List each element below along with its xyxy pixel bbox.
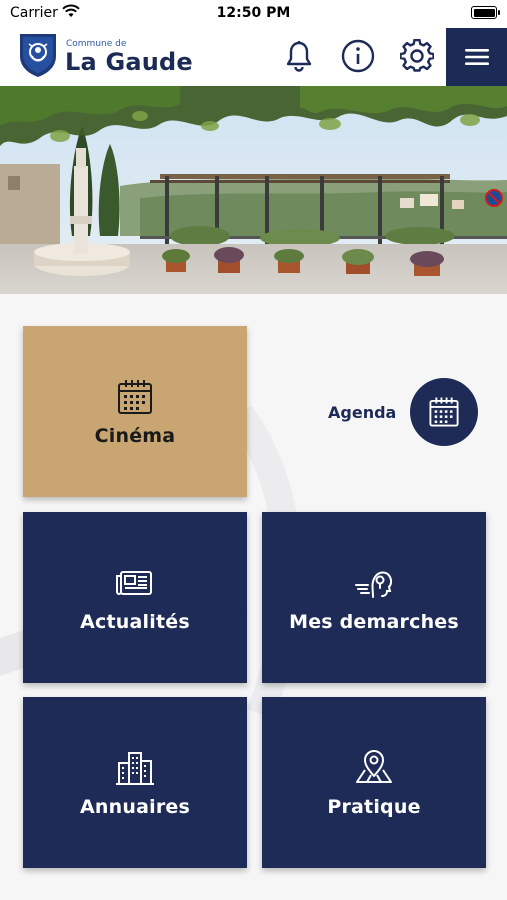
logo[interactable]: Commune de La Gaude bbox=[18, 32, 193, 78]
person-headset-icon bbox=[355, 571, 393, 598]
newspaper-icon bbox=[116, 570, 152, 595]
tile-label: Pratique bbox=[327, 795, 421, 818]
hamburger-menu-icon bbox=[464, 49, 489, 65]
bell-icon bbox=[286, 41, 312, 72]
calendar-icon bbox=[118, 379, 152, 414]
battery-icon bbox=[471, 6, 500, 19]
coat-of-arms-icon bbox=[20, 34, 56, 77]
tile-annuaires[interactable]: Annuaires bbox=[23, 697, 247, 868]
gear-icon bbox=[400, 39, 434, 72]
tile-mes-demarches[interactable]: Mes demarches bbox=[262, 512, 486, 683]
logo-title: La Gaude bbox=[65, 48, 193, 76]
main-menu-area: Cinéma Agenda Actualités Mes demarches A… bbox=[0, 294, 507, 900]
hero-image bbox=[0, 86, 507, 294]
app-header: Commune de La Gaude bbox=[0, 28, 507, 86]
tile-label: Cinéma bbox=[94, 424, 176, 447]
clock: 12:50 PM bbox=[216, 5, 291, 21]
buildings-icon bbox=[116, 751, 154, 785]
tile-cinema[interactable]: Cinéma bbox=[23, 326, 247, 497]
notifications-button[interactable] bbox=[279, 36, 319, 76]
map-pin-icon bbox=[356, 749, 392, 783]
agenda-button[interactable]: Agenda bbox=[328, 378, 479, 446]
status-bar: Carrier 12:50 PM bbox=[0, 0, 507, 28]
tile-label: Annuaires bbox=[80, 795, 190, 818]
village-photo bbox=[0, 86, 507, 294]
tile-actualites[interactable]: Actualités bbox=[23, 512, 247, 683]
settings-button[interactable] bbox=[397, 36, 437, 76]
tile-pratique[interactable]: Pratique bbox=[262, 697, 486, 868]
tile-label: Mes demarches bbox=[289, 610, 459, 633]
info-button[interactable] bbox=[338, 36, 378, 76]
menu-button[interactable] bbox=[446, 28, 507, 86]
agenda-label: Agenda bbox=[328, 402, 397, 422]
tile-label: Actualités bbox=[80, 610, 190, 633]
info-icon bbox=[341, 39, 375, 73]
calendar-icon bbox=[429, 397, 459, 427]
agenda-circle[interactable] bbox=[410, 378, 479, 446]
